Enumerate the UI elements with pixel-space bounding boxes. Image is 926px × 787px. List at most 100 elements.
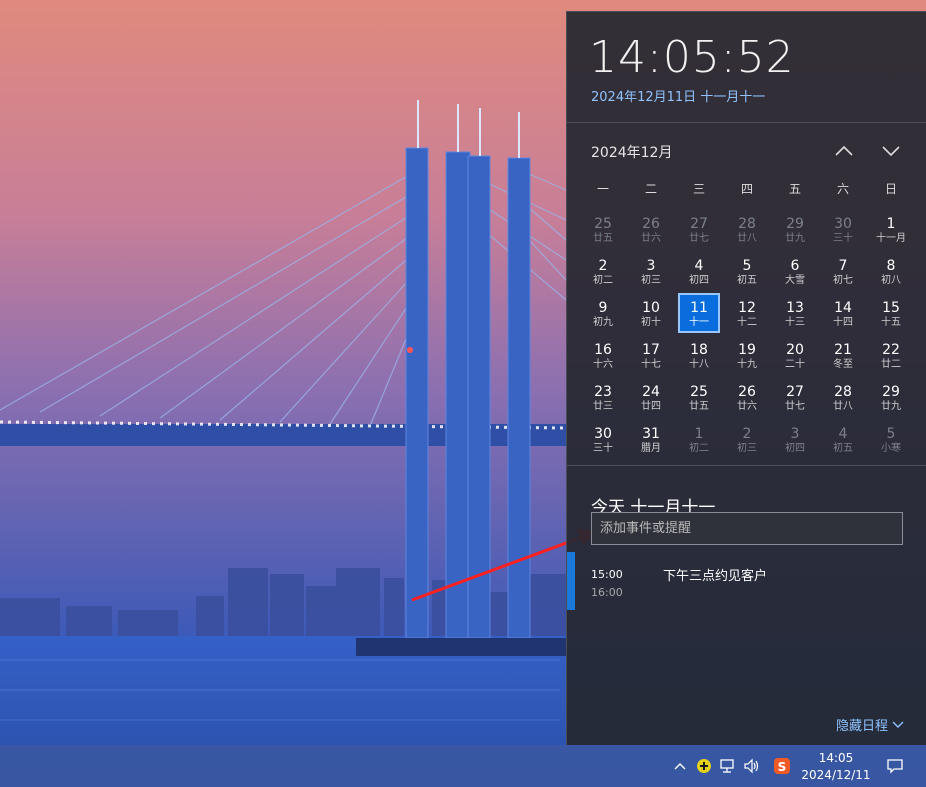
add-app-icon xyxy=(697,759,711,773)
calendar-day[interactable]: 7 初七 xyxy=(819,251,867,293)
show-hidden-icons-button[interactable] xyxy=(670,745,690,787)
lunar-date: 三十 xyxy=(593,442,613,454)
calendar-day[interactable]: 18 十八 xyxy=(675,335,723,377)
network-icon xyxy=(720,759,734,773)
calendar-day[interactable]: 28 廿八 xyxy=(819,377,867,419)
day-number: 5 xyxy=(742,257,752,274)
calendar-day[interactable]: 16 十六 xyxy=(579,335,627,377)
lunar-date: 十二 xyxy=(737,316,757,328)
calendar-day[interactable]: 20 二十 xyxy=(771,335,819,377)
lunar-date: 初四 xyxy=(785,442,805,454)
calendar-day[interactable]: 31 腊月 xyxy=(627,419,675,461)
previous-month-button[interactable] xyxy=(828,138,860,164)
calendar-day[interactable]: 23 廿三 xyxy=(579,377,627,419)
weekday-label: 日 xyxy=(884,182,897,196)
hide-agenda-link[interactable]: 隐藏日程 xyxy=(836,715,904,734)
calendar-day-today[interactable]: 11 十一 xyxy=(675,293,723,335)
calendar-day[interactable]: 26 廿六 xyxy=(627,209,675,251)
lunar-date: 十一月 xyxy=(876,232,906,244)
month-title[interactable]: 2024年12月 xyxy=(591,142,672,162)
weekday-header: 一二三四五六日 xyxy=(579,180,915,197)
full-date-link[interactable]: 2024年12月11日 十一月十一 xyxy=(591,86,765,105)
calendar-day[interactable]: 5 小寒 xyxy=(867,419,915,461)
calendar-day[interactable]: 5 初五 xyxy=(723,251,771,293)
calendar-day[interactable]: 1 十一月 xyxy=(867,209,915,251)
day-number: 4 xyxy=(838,425,848,442)
chevron-down-icon xyxy=(892,721,904,728)
calendar-day[interactable]: 13 十三 xyxy=(771,293,819,335)
day-number: 22 xyxy=(882,341,900,358)
input-method-tray-icon[interactable]: S xyxy=(771,745,793,787)
lunar-date: 廿二 xyxy=(881,358,901,370)
day-number: 26 xyxy=(738,383,756,400)
calendar-day[interactable]: 21 冬至 xyxy=(819,335,867,377)
day-number: 25 xyxy=(594,215,612,232)
notification-center-button[interactable] xyxy=(882,745,908,787)
calendar-day[interactable]: 19 十九 xyxy=(723,335,771,377)
lunar-date: 腊月 xyxy=(641,442,661,454)
calendar-day[interactable]: 26 廿六 xyxy=(723,377,771,419)
lunar-date: 十九 xyxy=(737,358,757,370)
lunar-date: 初七 xyxy=(833,274,853,286)
volume-tray-icon[interactable] xyxy=(741,745,763,787)
calendar-day[interactable]: 30 三十 xyxy=(819,209,867,251)
day-number: 20 xyxy=(786,341,804,358)
add-app-tray-icon[interactable] xyxy=(693,745,715,787)
calendar-day[interactable]: 8 初八 xyxy=(867,251,915,293)
lunar-date: 廿八 xyxy=(833,400,853,412)
calendar-flyout: 14:05:52 2024年12月11日 十一月十一 2024年12月 一 二 三 四… xyxy=(566,11,926,745)
lunar-date: 三十 xyxy=(833,232,853,244)
calendar-day[interactable]: 29 廿九 xyxy=(771,209,819,251)
network-tray-icon[interactable] xyxy=(716,745,740,787)
clock-display: 14:05:52 xyxy=(589,32,795,83)
lunar-date: 初四 xyxy=(689,274,709,286)
calendar-day[interactable]: 3 初三 xyxy=(627,251,675,293)
calendar-day[interactable]: 29 廿九 xyxy=(867,377,915,419)
day-number: 30 xyxy=(834,215,852,232)
day-number: 16 xyxy=(594,341,612,358)
day-number: 14 xyxy=(834,299,852,316)
calendar-day[interactable]: 14 十四 xyxy=(819,293,867,335)
day-number: 3 xyxy=(646,257,656,274)
calendar-day[interactable]: 30 三十 xyxy=(579,419,627,461)
calendar-day[interactable]: 2 初三 xyxy=(723,419,771,461)
event-color-bar xyxy=(567,552,575,610)
taskbar-date[interactable]: 2024/12/11 xyxy=(795,767,877,783)
day-number: 5 xyxy=(886,425,896,442)
calendar-day[interactable]: 1 初二 xyxy=(675,419,723,461)
calendar-day[interactable]: 12 十二 xyxy=(723,293,771,335)
add-event-input[interactable] xyxy=(591,512,903,545)
calendar-day[interactable]: 25 廿五 xyxy=(579,209,627,251)
calendar-day-grid: 25 廿五 26 廿六 27 廿七 28 廿八 29 廿九 30 三十 1 十一月 2 初二 3 初三 4 初四 5 初五… xyxy=(579,209,915,461)
calendar-day[interactable]: 17 十七 xyxy=(627,335,675,377)
calendar-day[interactable]: 27 廿七 xyxy=(675,209,723,251)
event-end-time: 16:00 xyxy=(591,586,623,599)
calendar-day[interactable]: 27 廿七 xyxy=(771,377,819,419)
calendar-day[interactable]: 9 初九 xyxy=(579,293,627,335)
sogou-ime-icon: S xyxy=(774,758,790,774)
calendar-day[interactable]: 15 十五 xyxy=(867,293,915,335)
calendar-day[interactable]: 28 廿八 xyxy=(723,209,771,251)
calendar-day[interactable]: 6 大雪 xyxy=(771,251,819,293)
day-number: 11 xyxy=(690,299,708,316)
weekday-label: 四 xyxy=(740,182,753,196)
agenda-event[interactable]: 15:00 16:00 下午三点约见客户 xyxy=(567,552,926,610)
lunar-date: 初三 xyxy=(641,274,661,286)
lunar-date: 大雪 xyxy=(785,274,805,286)
calendar-day[interactable]: 25 廿五 xyxy=(675,377,723,419)
calendar-day[interactable]: 3 初四 xyxy=(771,419,819,461)
day-number: 24 xyxy=(642,383,660,400)
lunar-date: 十六 xyxy=(593,358,613,370)
next-month-button[interactable] xyxy=(875,138,907,164)
calendar-day[interactable]: 24 廿四 xyxy=(627,377,675,419)
calendar-day[interactable]: 22 廿二 xyxy=(867,335,915,377)
calendar-day[interactable]: 4 初四 xyxy=(675,251,723,293)
calendar-day[interactable]: 2 初二 xyxy=(579,251,627,293)
lunar-date: 十一 xyxy=(689,316,709,328)
calendar-day[interactable]: 10 初十 xyxy=(627,293,675,335)
event-start-time: 15:00 xyxy=(591,568,623,581)
calendar-day[interactable]: 4 初五 xyxy=(819,419,867,461)
hide-agenda-label: 隐藏日程 xyxy=(835,719,888,734)
taskbar-time[interactable]: 14:05 xyxy=(795,750,877,766)
lunar-date: 廿五 xyxy=(689,400,709,412)
